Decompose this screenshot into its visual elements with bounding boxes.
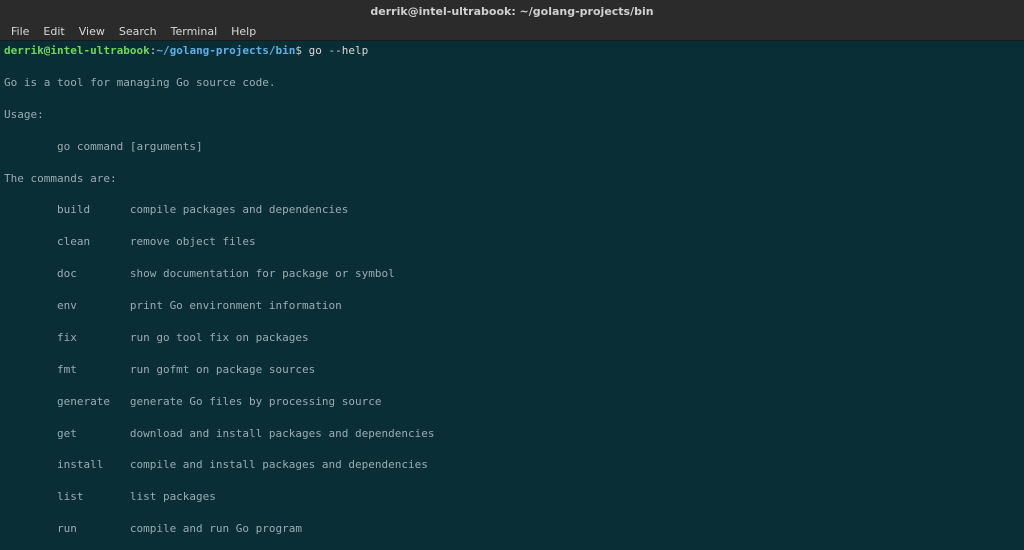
command-row: run compile and run Go program: [4, 521, 1020, 537]
menu-view[interactable]: View: [72, 23, 112, 40]
command-row: generate generate Go files by processing…: [4, 394, 1020, 410]
prompt-symbol: $: [295, 44, 302, 57]
menu-search[interactable]: Search: [112, 23, 164, 40]
menu-edit[interactable]: Edit: [36, 23, 71, 40]
prompt-user-host: derrik@intel-ultrabook: [4, 44, 150, 57]
command-row: install compile and install packages and…: [4, 457, 1020, 473]
command-row: fix run go tool fix on packages: [4, 330, 1020, 346]
command-row: list list packages: [4, 489, 1020, 505]
output-commands-list: build compile packages and dependencies …: [4, 202, 1020, 550]
output-usage-label: Usage:: [4, 108, 44, 121]
command-row: doc show documentation for package or sy…: [4, 266, 1020, 282]
prompt-path: ~/golang-projects/bin: [156, 44, 295, 57]
menu-terminal[interactable]: Terminal: [164, 23, 225, 40]
command-row: build compile packages and dependencies: [4, 202, 1020, 218]
window-title: derrik@intel-ultrabook: ~/golang-project…: [370, 5, 653, 18]
window-titlebar: derrik@intel-ultrabook: ~/golang-project…: [0, 0, 1024, 22]
command-row: fmt run gofmt on package sources: [4, 362, 1020, 378]
command-row: get download and install packages and de…: [4, 426, 1020, 442]
output-intro: Go is a tool for managing Go source code…: [4, 76, 276, 89]
output-usage-body: go command [arguments]: [4, 140, 203, 153]
menu-file[interactable]: File: [4, 23, 36, 40]
terminal-viewport[interactable]: derrik@intel-ultrabook:~/golang-projects…: [0, 41, 1024, 550]
command-row: env print Go environment information: [4, 298, 1020, 314]
menu-help[interactable]: Help: [224, 23, 263, 40]
output-commands-label: The commands are:: [4, 172, 117, 185]
menubar: File Edit View Search Terminal Help: [0, 22, 1024, 41]
command-row: clean remove object files: [4, 234, 1020, 250]
entered-command: go --help: [309, 44, 369, 57]
